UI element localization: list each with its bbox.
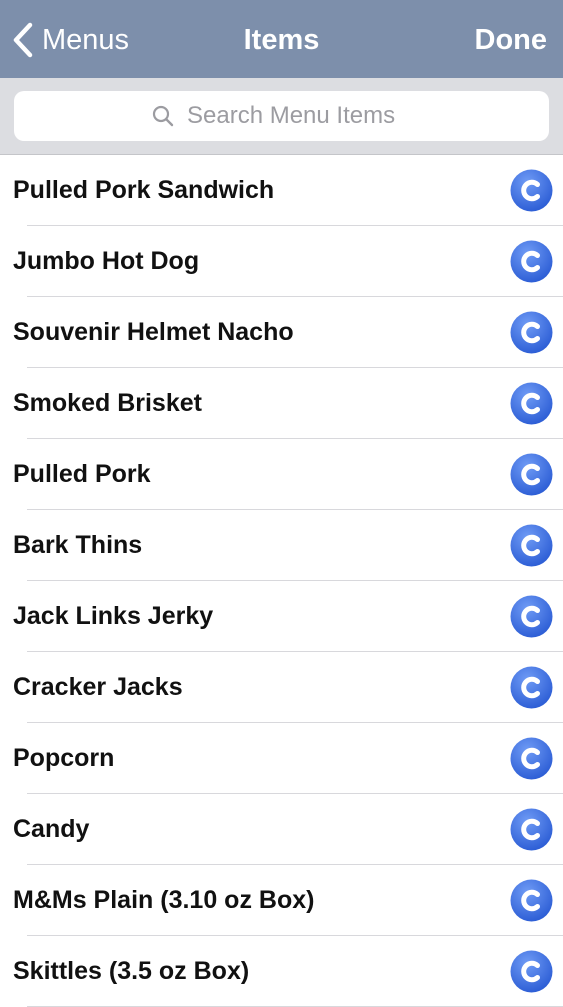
search-field[interactable]: [14, 91, 549, 141]
list-item-label: Candy: [13, 815, 90, 843]
c-badge-icon[interactable]: [510, 595, 553, 638]
search-input[interactable]: [187, 102, 412, 130]
back-button[interactable]: Menus: [12, 18, 129, 62]
list-item[interactable]: Pulled Pork Sandwich: [0, 155, 563, 226]
navigation-bar: Menus Items Done: [0, 0, 563, 78]
list-item[interactable]: Skittles (3.5 oz Box): [0, 936, 563, 1007]
c-badge-icon[interactable]: [510, 311, 553, 354]
list-item[interactable]: Candy: [0, 794, 563, 865]
list-item-label: Jumbo Hot Dog: [13, 247, 200, 275]
list-item[interactable]: Souvenir Helmet Nacho: [0, 297, 563, 368]
list-item-label: Skittles (3.5 oz Box): [13, 957, 250, 985]
list-item-label: M&Ms Plain (3.10 oz Box): [13, 886, 315, 914]
list-item[interactable]: Pulled Pork: [0, 439, 563, 510]
list-item-label: Pulled Pork Sandwich: [13, 176, 275, 204]
list-item-label: Souvenir Helmet Nacho: [13, 318, 294, 346]
c-badge-icon[interactable]: [510, 382, 553, 425]
list-item[interactable]: Popcorn: [0, 723, 563, 794]
list-item-label: Bark Thins: [13, 531, 143, 559]
chevron-left-icon: [12, 22, 34, 58]
c-badge-icon[interactable]: [510, 169, 553, 212]
list-item[interactable]: Jack Links Jerky: [0, 581, 563, 652]
c-badge-icon[interactable]: [510, 453, 553, 496]
list-item[interactable]: Cracker Jacks: [0, 652, 563, 723]
list-item-label: Pulled Pork: [13, 460, 151, 488]
list-item[interactable]: Smoked Brisket: [0, 368, 563, 439]
c-badge-icon[interactable]: [510, 524, 553, 567]
list-item[interactable]: Bark Thins: [0, 510, 563, 581]
c-badge-icon[interactable]: [510, 737, 553, 780]
done-button[interactable]: Done: [475, 18, 548, 62]
menu-items-list: Pulled Pork Sandwich Jumbo Hot Dog Souveni…: [0, 155, 563, 1007]
list-item-label: Cracker Jacks: [13, 673, 183, 701]
search-bar: [0, 78, 563, 155]
c-badge-icon[interactable]: [510, 950, 553, 993]
c-badge-icon[interactable]: [510, 808, 553, 851]
c-badge-icon[interactable]: [510, 240, 553, 283]
c-badge-icon[interactable]: [510, 666, 553, 709]
list-item-label: Popcorn: [13, 744, 115, 772]
search-icon: [151, 104, 187, 128]
back-button-label: Menus: [42, 23, 130, 56]
list-item-label: Jack Links Jerky: [13, 602, 214, 630]
list-item[interactable]: Jumbo Hot Dog: [0, 226, 563, 297]
list-item[interactable]: M&Ms Plain (3.10 oz Box): [0, 865, 563, 936]
list-item-label: Smoked Brisket: [13, 389, 202, 417]
c-badge-icon[interactable]: [510, 879, 553, 922]
